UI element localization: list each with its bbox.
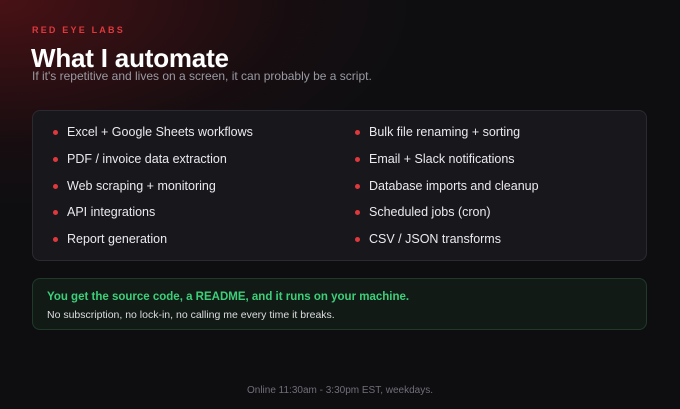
note-body: No subscription, no lock-in, no calling …: [47, 309, 335, 321]
list-item-label: PDF / invoice data extraction: [67, 151, 227, 166]
ownership-note: You get the source code, a README, and i…: [32, 278, 647, 330]
bullet-icon: [53, 156, 58, 162]
list-item-label: Report generation: [67, 232, 168, 247]
bullet-icon: [53, 130, 58, 135]
list-item-label: Database imports and cleanup: [369, 178, 539, 193]
list-item-label: Scheduled jobs (cron): [369, 205, 491, 220]
bullet-icon: [355, 156, 360, 162]
bullet-icon: [53, 237, 58, 243]
list-item-label: Bulk file renaming + sorting: [369, 125, 521, 139]
bullet-icon: [355, 130, 360, 135]
list-item: PDF / invoice data extraction: [53, 151, 253, 178]
list-item: CSV / JSON transforms: [355, 231, 539, 258]
bullet-icon: [53, 183, 58, 189]
services-list-right: Bulk file renaming + sorting Email + Sla…: [355, 124, 539, 258]
services-list-left: Excel + Google Sheets workflows PDF / in…: [53, 124, 253, 258]
page: RED EYE LABS What I automate If it's rep…: [0, 0, 680, 409]
footer-hours: Online 11:30am - 3:30pm EST, weekdays.: [246, 385, 434, 396]
list-item-label: API integrations: [67, 205, 156, 220]
list-item: Scheduled jobs (cron): [355, 204, 539, 231]
list-item: API integrations: [53, 204, 253, 231]
list-item-label: CSV / JSON transforms: [369, 232, 501, 247]
bullet-icon: [355, 183, 360, 189]
page-subtitle: If it's repetitive and lives on a screen…: [32, 69, 372, 83]
list-item: Database imports and cleanup: [355, 178, 539, 205]
list-item: Report generation: [53, 231, 253, 258]
list-item: Email + Slack notifications: [355, 151, 539, 178]
bullet-icon: [355, 237, 360, 243]
list-item: Bulk file renaming + sorting: [355, 124, 539, 151]
list-item-label: Excel + Google Sheets workflows: [67, 125, 253, 139]
brand-label: RED EYE LABS: [32, 25, 125, 35]
list-item: Web scraping + monitoring: [53, 178, 253, 205]
bullet-icon: [53, 210, 58, 216]
list-item: Excel + Google Sheets workflows: [53, 124, 253, 151]
list-item-label: Email + Slack notifications: [369, 151, 515, 166]
list-item-label: Web scraping + monitoring: [67, 178, 216, 193]
services-card: Excel + Google Sheets workflows PDF / in…: [32, 110, 647, 261]
note-headline: You get the source code, a README, and i…: [47, 291, 410, 303]
bullet-icon: [355, 210, 360, 216]
